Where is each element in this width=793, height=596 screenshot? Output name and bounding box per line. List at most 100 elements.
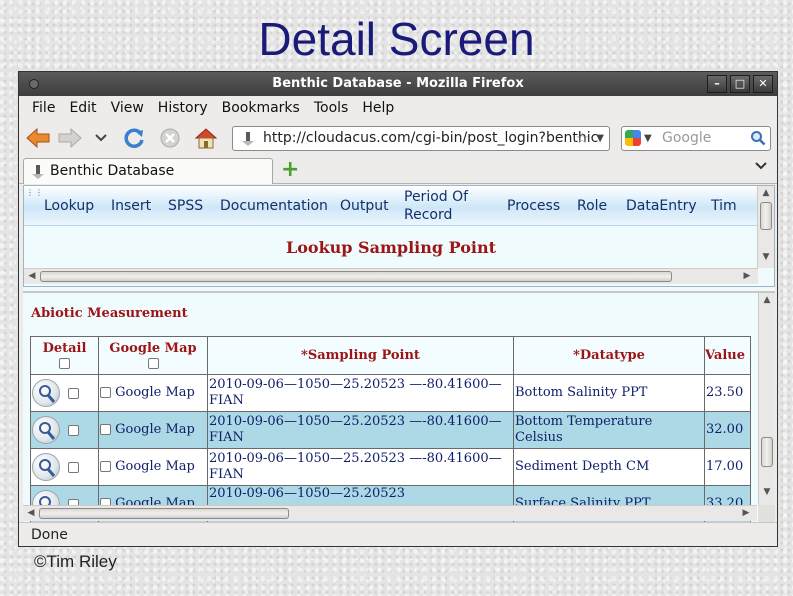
search-icon[interactable]	[750, 130, 766, 154]
scroll-left-arrow-icon[interactable]: ◀	[24, 506, 38, 521]
stop-icon[interactable]	[157, 126, 183, 150]
scroll-thumb[interactable]	[761, 437, 773, 467]
lookup-sampling-point-title: Lookup Sampling Point	[285, 238, 497, 257]
magnifier-detail-icon[interactable]	[32, 453, 60, 481]
scroll-right-arrow-icon[interactable]: ▶	[740, 269, 754, 284]
map-checkbox[interactable]	[100, 387, 111, 398]
detail-checkbox[interactable]	[68, 461, 80, 473]
nav-process[interactable]: Process	[507, 186, 560, 226]
menu-tools[interactable]: Tools	[307, 100, 356, 116]
menu-file[interactable]: File	[25, 100, 62, 116]
home-icon[interactable]	[193, 126, 219, 150]
google-map-cell: Google Map	[98, 374, 208, 412]
nav-lookup[interactable]: Lookup	[44, 186, 94, 226]
scroll-down-arrow-icon[interactable]: ▼	[758, 252, 774, 262]
window-menu-icon[interactable]	[29, 79, 39, 89]
header-value[interactable]: Value	[704, 336, 751, 375]
tab-benthic-database[interactable]: Benthic Database	[23, 158, 273, 184]
detail-checkbox[interactable]	[68, 387, 80, 399]
header-detail: Detail	[30, 336, 99, 375]
menu-edit[interactable]: Edit	[62, 100, 103, 116]
top-frame: ⋮⋮ Lookup Insert SPSS Documentation Outp…	[23, 185, 775, 287]
nav-output[interactable]: Output	[340, 186, 389, 226]
table-row: Google Map 2010-09-06—1050—25.20523 —-80…	[30, 374, 751, 412]
search-bar[interactable]: ▼ Google	[621, 126, 771, 151]
window-title: Benthic Database - Mozilla Firefox	[272, 76, 524, 91]
top-frame-vertical-scrollbar[interactable]: ▲ ▼	[757, 186, 774, 268]
google-map-cell: Google Map	[98, 448, 208, 486]
tab-list-chevron-icon[interactable]	[755, 160, 767, 174]
scroll-up-arrow-icon[interactable]: ▲	[759, 295, 775, 305]
google-map-link[interactable]: Google Map	[115, 422, 195, 437]
menu-bookmarks[interactable]: Bookmarks	[215, 100, 307, 116]
detail-checkbox[interactable]	[68, 424, 80, 436]
datatype-cell: Bottom Temperature Celsius	[513, 411, 705, 449]
nav-dataentry[interactable]: DataEntry	[626, 186, 697, 226]
maximize-button[interactable]: □	[730, 75, 750, 93]
scroll-left-arrow-icon[interactable]: ◀	[25, 269, 39, 284]
header-datatype[interactable]: *Datatype	[513, 336, 705, 375]
table-row: Google Map 2010-09-06—1050—25.20523 —-80…	[30, 448, 751, 486]
google-map-cell: Google Map	[98, 411, 208, 449]
new-tab-plus-icon[interactable]: +	[281, 159, 299, 181]
detail-cell	[30, 374, 99, 412]
nav-documentation[interactable]: Documentation	[220, 186, 328, 226]
scroll-thumb[interactable]	[39, 508, 289, 519]
navigation-toolbar: http://cloudacus.com/cgi-bin/post_login?…	[19, 120, 777, 156]
forward-arrow-icon[interactable]	[57, 126, 83, 150]
select-all-map-checkbox[interactable]	[147, 357, 159, 369]
bottom-frame-horizontal-scrollbar[interactable]: ◀ ▶	[23, 505, 757, 521]
nav-role[interactable]: Role	[577, 186, 607, 226]
magnifier-detail-icon[interactable]	[32, 379, 60, 407]
map-checkbox[interactable]	[100, 461, 111, 472]
header-google-map-label: Google Map	[109, 340, 197, 356]
menu-help[interactable]: Help	[355, 100, 401, 116]
map-checkbox[interactable]	[100, 424, 111, 435]
table-header-row: Detail Google Map *Sampling Point *Datat…	[30, 336, 751, 375]
nav-tim[interactable]: Tim	[711, 186, 737, 226]
header-sampling-point[interactable]: *Sampling Point	[207, 336, 514, 375]
value-cell: 17.00	[704, 448, 751, 486]
slide-title: Detail Screen	[258, 13, 535, 65]
bottom-frame-vertical-scrollbar[interactable]: ▲ ▼	[758, 293, 775, 505]
datatype-cell: Bottom Salinity PPT	[513, 374, 705, 412]
url-dropdown-icon[interactable]: ▼	[596, 127, 604, 150]
bookmark-star-icon[interactable]: ☆	[576, 127, 589, 150]
close-button[interactable]: ✕	[753, 75, 773, 93]
bottom-frame: Abiotic Measurement Detail Google Map *S…	[23, 291, 775, 522]
search-placeholder: Google	[662, 130, 712, 146]
scroll-thumb[interactable]	[760, 202, 772, 230]
google-engine-icon[interactable]	[625, 130, 641, 146]
sampling-point-cell: 2010-09-06—1050—25.20523 —-80.41600—FIAN	[207, 411, 514, 449]
abiotic-measurement-table: Detail Google Map *Sampling Point *Datat…	[30, 336, 751, 522]
scroll-up-arrow-icon[interactable]: ▲	[758, 188, 774, 198]
nav-spss[interactable]: SPSS	[168, 186, 203, 226]
sampling-point-cell: 2010-09-06—1050—25.20523 —-80.41600—FIAN	[207, 374, 514, 412]
menu-view[interactable]: View	[104, 100, 151, 116]
url-bar[interactable]: http://cloudacus.com/cgi-bin/post_login?…	[232, 126, 610, 151]
scroll-down-arrow-icon[interactable]: ▼	[759, 487, 775, 497]
scroll-thumb[interactable]	[40, 271, 672, 282]
back-arrow-icon[interactable]	[25, 126, 51, 150]
google-map-link[interactable]: Google Map	[115, 385, 195, 400]
nav-insert[interactable]: Insert	[111, 186, 151, 226]
datatype-cell: Sediment Depth CM	[513, 448, 705, 486]
nav-period-of-record[interactable]: Period Of Record	[404, 186, 476, 226]
tab-bar: Benthic Database +	[19, 156, 777, 184]
scroll-right-arrow-icon[interactable]: ▶	[739, 506, 753, 521]
google-map-link[interactable]: Google Map	[115, 459, 195, 474]
minimize-button[interactable]: –	[707, 75, 727, 93]
history-dropdown-icon[interactable]	[93, 126, 109, 150]
top-navigation: ⋮⋮ Lookup Insert SPSS Documentation Outp…	[24, 186, 758, 226]
top-frame-horizontal-scrollbar[interactable]: ◀ ▶	[24, 268, 758, 284]
sampling-point-cell: 2010-09-06—1050—25.20523 —-80.41600—FIAN	[207, 448, 514, 486]
status-bar: Done	[19, 522, 777, 546]
table-row: Google Map 2010-09-06—1050—25.20523 —-80…	[30, 411, 751, 449]
menu-history[interactable]: History	[151, 100, 215, 116]
magnifier-detail-icon[interactable]	[32, 416, 60, 444]
select-all-detail-checkbox[interactable]	[59, 357, 70, 369]
search-engine-dropdown-icon[interactable]: ▼	[644, 127, 652, 150]
value-cell: 32.00	[704, 411, 751, 449]
grip-icon: ⋮⋮	[26, 188, 44, 197]
reload-icon[interactable]	[121, 126, 147, 150]
